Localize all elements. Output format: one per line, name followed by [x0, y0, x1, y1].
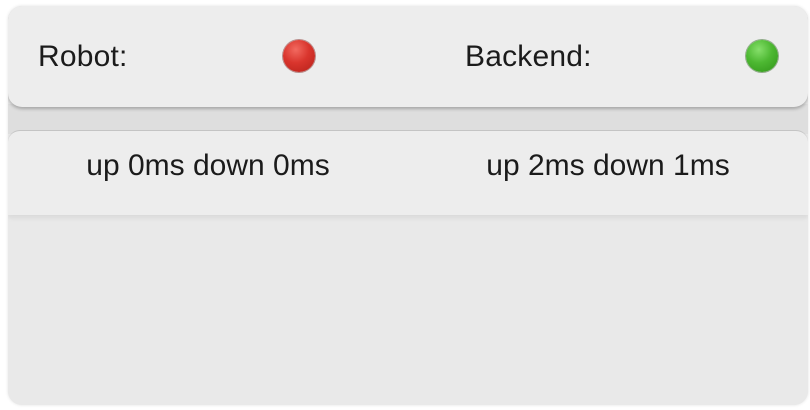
latency-bar: up 0ms down 0ms up 2ms down 1ms — [8, 130, 808, 215]
robot-status-indicator-icon — [283, 40, 315, 72]
backend-status: Backend: — [465, 6, 778, 107]
connection-panel: Robot: Backend: up 0ms down 0ms up 2ms d… — [8, 6, 808, 405]
backend-status-label: Backend: — [465, 39, 592, 73]
backend-latency: up 2ms down 1ms — [486, 149, 730, 182]
status-bar: Robot: Backend: — [8, 6, 808, 107]
backend-status-indicator-icon — [746, 40, 778, 72]
robot-latency: up 0ms down 0ms — [86, 149, 330, 182]
content-area — [8, 214, 808, 405]
robot-status-label: Robot: — [38, 39, 128, 73]
robot-status: Robot: — [38, 6, 315, 107]
